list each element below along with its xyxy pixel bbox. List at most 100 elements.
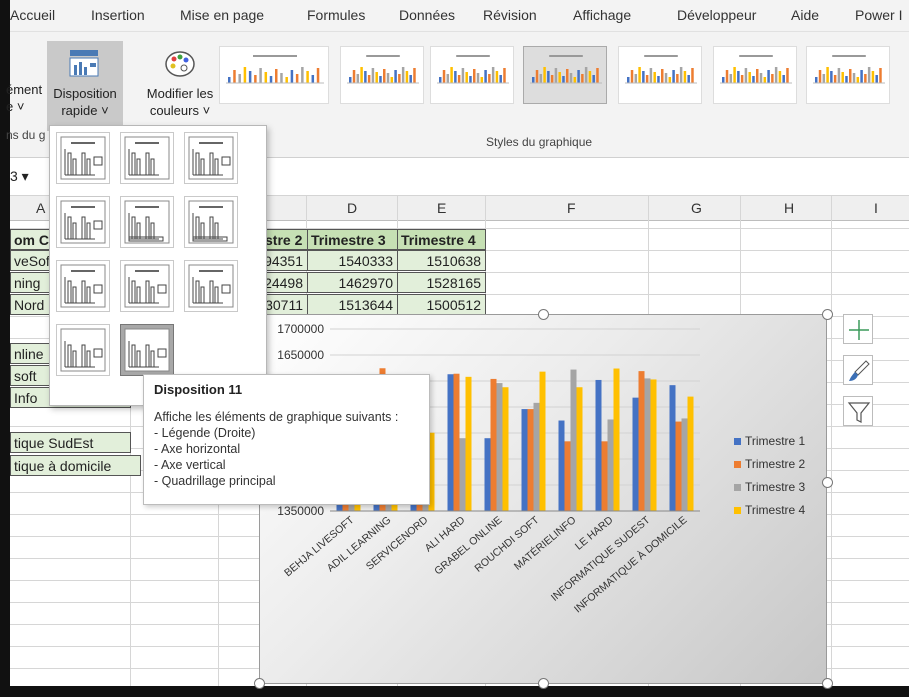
chart-bar[interactable]	[681, 418, 688, 511]
legend-label[interactable]: Trimestre 3	[745, 480, 806, 494]
legend-label[interactable]: Trimestre 2	[745, 457, 806, 471]
chart-bar[interactable]	[644, 378, 651, 511]
chart-elements-button[interactable]	[843, 314, 873, 344]
chart-style-thumbnail[interactable]	[430, 46, 514, 104]
layout-option-3[interactable]	[184, 132, 238, 184]
layout-option-9[interactable]	[184, 260, 238, 312]
chart-bar[interactable]	[601, 441, 608, 511]
legend-label[interactable]: Trimestre 1	[745, 434, 806, 448]
chart-bar[interactable]	[558, 420, 565, 511]
cell-d-row3[interactable]: 1513644	[307, 294, 398, 315]
chart-bar[interactable]	[613, 368, 620, 511]
chart-bar[interactable]	[484, 438, 491, 511]
layout-preview-icon	[124, 136, 170, 180]
chart-bar[interactable]	[465, 376, 472, 511]
chart-style-thumbnail[interactable]	[523, 46, 607, 104]
layout-option-6[interactable]	[184, 196, 238, 248]
tab-power[interactable]: Power I	[855, 7, 902, 23]
layout-option-4[interactable]	[56, 196, 110, 248]
cell-e-row2[interactable]: 1528165	[397, 272, 486, 293]
tab-insertion[interactable]: Insertion	[91, 7, 145, 23]
chart-bar[interactable]	[595, 379, 602, 511]
col-header-g[interactable]: G	[691, 200, 702, 216]
layout-option-10[interactable]	[56, 324, 110, 376]
tab-developpeur[interactable]: Développeur	[677, 7, 756, 23]
col-header-i[interactable]: I	[874, 200, 878, 216]
chart-style-thumbnail[interactable]	[340, 46, 424, 104]
col-header-e[interactable]: E	[437, 200, 446, 216]
chart-bar[interactable]	[502, 387, 509, 511]
plus-icon	[849, 320, 869, 340]
tab-accueil[interactable]: Accueil	[10, 7, 55, 23]
chart-style-thumbnail[interactable]	[806, 46, 890, 104]
legend-swatch	[734, 461, 741, 468]
cell-a-row9[interactable]: tique SudEst	[10, 432, 131, 453]
chart-bar[interactable]	[638, 371, 645, 511]
tab-revision[interactable]: Révision	[483, 7, 537, 23]
layout-option-5[interactable]	[120, 196, 174, 248]
layout-option-8[interactable]	[120, 260, 174, 312]
layout-option-2[interactable]	[120, 132, 174, 184]
change-colors-button[interactable]: Modifier les couleurs ˅	[137, 41, 223, 131]
resize-handle-right[interactable]	[822, 477, 833, 488]
chart-filters-button[interactable]	[843, 396, 873, 426]
chart-bar[interactable]	[675, 421, 682, 511]
chart-bar[interactable]	[453, 373, 460, 511]
col-header-d[interactable]: D	[347, 200, 357, 216]
cell-header-t4[interactable]: Trimestre 4	[397, 229, 486, 250]
add-element-label[interactable]: ément	[6, 81, 42, 98]
cell-d-row2[interactable]: 1462970	[307, 272, 398, 293]
layout-option-1[interactable]	[56, 132, 110, 184]
legend-label[interactable]: Trimestre 4	[745, 503, 806, 517]
cell-c-row3[interactable]: 30711	[261, 294, 308, 315]
chart-bar[interactable]	[632, 397, 639, 511]
chart-styles-button[interactable]	[843, 355, 873, 385]
chart-bar[interactable]	[687, 396, 694, 511]
col-header-f[interactable]: F	[567, 200, 576, 216]
cell-header-t3[interactable]: Trimestre 3	[307, 229, 398, 250]
chart-bar[interactable]	[527, 409, 534, 511]
chart-bar[interactable]	[490, 378, 497, 511]
layout-option-11[interactable]	[120, 324, 174, 376]
resize-handle-top[interactable]	[538, 309, 549, 320]
tab-aide[interactable]: Aide	[791, 7, 819, 23]
cell-e-row1[interactable]: 1510638	[397, 250, 486, 271]
chart-style-thumbnail[interactable]	[219, 46, 329, 104]
cell-d-row1[interactable]: 1540333	[307, 250, 398, 271]
chart-bar[interactable]	[607, 419, 614, 511]
chart-bar[interactable]	[496, 383, 503, 511]
chart-bar[interactable]	[576, 387, 583, 511]
chart-bar[interactable]	[533, 402, 540, 511]
chart-style-thumbnail[interactable]	[713, 46, 797, 104]
chart-bar[interactable]	[669, 385, 676, 511]
name-box[interactable]: 3 ▾	[10, 168, 29, 185]
col-header-h[interactable]: H	[784, 200, 794, 216]
chart-bar[interactable]	[570, 369, 577, 511]
chart-style-thumbnail[interactable]	[618, 46, 702, 104]
tab-donnees[interactable]: Données	[399, 7, 455, 23]
chart-bar[interactable]	[539, 371, 546, 511]
add-element-label-2[interactable]: e ˅	[6, 98, 24, 115]
tooltip-item: - Axe horizontal	[154, 442, 241, 456]
resize-handle-bottom-right[interactable]	[822, 678, 833, 689]
tab-affichage[interactable]: Affichage	[573, 7, 631, 23]
chart-bar[interactable]	[459, 438, 466, 511]
resize-handle-bottom[interactable]	[538, 678, 549, 689]
tab-formules[interactable]: Formules	[307, 7, 365, 23]
chart-bar[interactable]	[521, 409, 528, 511]
col-header-a[interactable]: A	[36, 200, 45, 216]
cell-c-row2[interactable]: 24498	[261, 272, 308, 293]
chart-bar[interactable]	[447, 374, 454, 511]
tab-mise-en-page[interactable]: Mise en page	[180, 7, 264, 23]
chart-bar[interactable]	[650, 379, 657, 511]
layout-option-7[interactable]	[56, 260, 110, 312]
cell-c-row1[interactable]: 94351	[261, 250, 308, 271]
quick-layout-button[interactable]: Disposition rapide ˅	[47, 41, 123, 131]
cell-e-row3[interactable]: 1500512	[397, 294, 486, 315]
window-frame-bottom	[0, 686, 909, 697]
cell-header-partial[interactable]: stre 2	[261, 229, 308, 250]
chart-bar[interactable]	[564, 441, 571, 511]
cell-a-row10[interactable]: tique à domicile	[10, 455, 141, 476]
resize-handle-top-right[interactable]	[822, 309, 833, 320]
resize-handle-bottom-left[interactable]	[254, 678, 265, 689]
